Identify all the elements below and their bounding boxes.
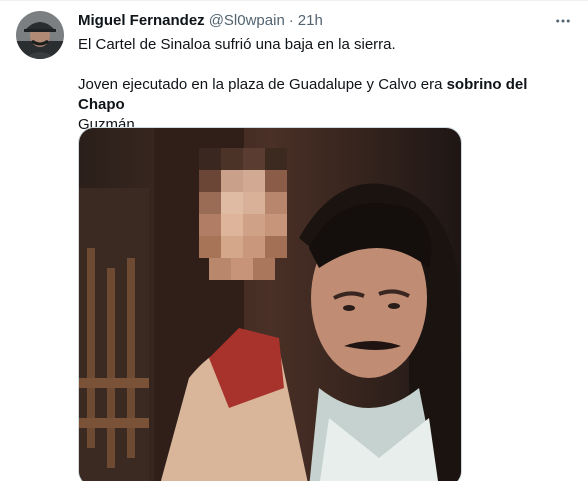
tweet-content: Miguel Fernandez @Sl0wpain · 21h El Cart… (78, 11, 572, 135)
tweet-text-line-2: Joven ejecutado en la plaza de Guadalupe… (78, 75, 572, 115)
tweet-card[interactable]: Miguel Fernandez @Sl0wpain · 21h El Cart… (0, 0, 588, 481)
tweet-text: El Cartel de Sinaloa sufrió una baja en … (78, 35, 572, 135)
tweet-text-line-1: El Cartel de Sinaloa sufrió una baja en … (78, 36, 396, 53)
tweet-text-line-2-prefix: Joven ejecutado en la plaza de Guadalupe… (78, 76, 447, 93)
photo-image (79, 128, 461, 481)
tweet-header: Miguel Fernandez @Sl0wpain · 21h (78, 11, 572, 31)
more-dots-icon (556, 19, 570, 23)
pixelated-face (199, 148, 287, 280)
author-handle[interactable]: @Sl0wpain (209, 11, 285, 31)
tweet-timestamp[interactable]: 21h (298, 11, 323, 31)
tweet-media-photo[interactable] (78, 127, 462, 481)
separator-dot: · (288, 12, 294, 29)
more-options-button[interactable] (552, 11, 574, 31)
avatar[interactable] (16, 11, 64, 59)
avatar-photo-icon (16, 11, 64, 59)
author-display-name[interactable]: Miguel Fernandez (78, 11, 205, 31)
